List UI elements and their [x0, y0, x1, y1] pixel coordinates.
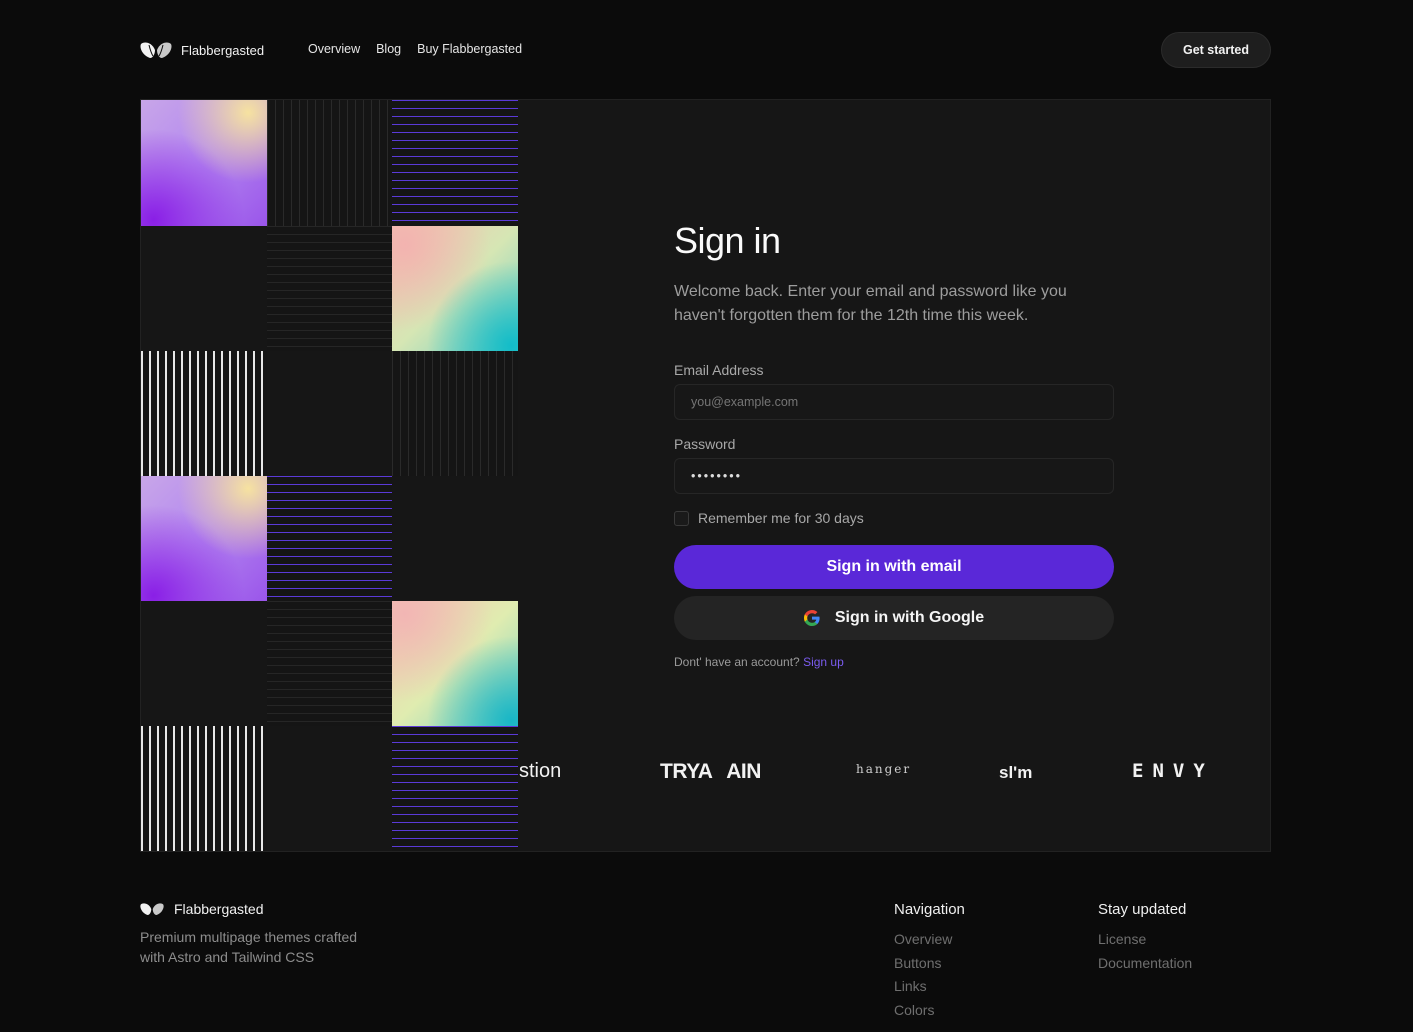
client-logo: sl'm [999, 763, 1033, 782]
pattern-tile [141, 726, 267, 851]
blank-tile [267, 351, 393, 477]
blank-tile [141, 226, 267, 352]
pattern-tile [267, 100, 393, 226]
footer-link-documentation[interactable]: Documentation [1098, 952, 1192, 976]
pattern-tile [392, 100, 518, 226]
decorative-mosaic [141, 100, 518, 851]
signup-prompt-text: Dont' have an account? [674, 655, 800, 669]
sign-in-email-button[interactable]: Sign in with email [674, 545, 1114, 589]
signin-form: Sign in Welcome back. Enter your email a… [674, 220, 1114, 669]
password-field[interactable] [674, 458, 1114, 494]
brand-name: Flabbergasted [181, 42, 265, 58]
main-nav: Overview Blog Buy Flabbergasted [308, 42, 522, 56]
gradient-tile [392, 226, 518, 352]
blank-tile [392, 476, 518, 602]
client-logo: stion [519, 760, 562, 782]
email-label: Email Address [674, 362, 764, 378]
signin-subtitle: Welcome back. Enter your email and passw… [674, 283, 1067, 324]
nav-blog[interactable]: Blog [376, 42, 401, 56]
brand-link[interactable]: Flabbergasted [140, 41, 264, 59]
client-logo: hanger [856, 762, 912, 776]
client-logo: ENVY [1132, 760, 1214, 782]
footer-link-license[interactable]: License [1098, 928, 1192, 952]
sign-up-link[interactable]: Sign up [803, 655, 844, 669]
get-started-button[interactable]: Get started [1161, 32, 1271, 68]
butterfly-logo-icon [140, 903, 164, 915]
gradient-tile [141, 100, 267, 226]
pattern-tile [141, 351, 267, 477]
gradient-tile [141, 476, 267, 602]
footer-link-links[interactable]: Links [894, 975, 965, 999]
footer-link-buttons[interactable]: Buttons [894, 952, 965, 976]
site-header: Flabbergasted Overview Blog Buy Flabberg… [140, 32, 1271, 68]
sign-in-google-button[interactable]: Sign in with Google [674, 596, 1114, 640]
footer-link-colors[interactable]: Colors [894, 999, 965, 1023]
footer-updates-heading: Stay updated [1098, 901, 1187, 918]
nav-buy-flabbergasted[interactable]: Buy Flabbergasted [417, 42, 522, 56]
blank-tile [267, 726, 393, 851]
gradient-tile [392, 601, 518, 727]
pattern-tile [267, 476, 393, 602]
password-label: Password [674, 436, 736, 452]
footer-tagline: Premium multipage themes crafted with As… [140, 929, 358, 965]
blank-tile [141, 601, 267, 727]
nav-overview[interactable]: Overview [308, 42, 360, 56]
footer-link-overview[interactable]: Overview [894, 928, 965, 952]
client-logo: TRYA AIN [660, 760, 761, 783]
signin-card: Sign in Welcome back. Enter your email a… [140, 99, 1271, 852]
butterfly-logo-icon [140, 42, 172, 58]
remember-me-label: Remember me for 30 days [698, 510, 864, 526]
pattern-tile [392, 726, 518, 851]
signup-prompt: Dont' have an account? Sign up [674, 655, 844, 669]
footer-nav-heading: Navigation [894, 901, 965, 918]
remember-me: Remember me for 30 days [674, 510, 864, 526]
sign-in-google-label: Sign in with Google [834, 609, 985, 626]
page-title: Sign in [674, 220, 781, 261]
google-icon [803, 610, 820, 626]
client-logos: stion TRYA AIN hanger sl'm ENVY [519, 750, 1270, 790]
footer-brand[interactable]: Flabbergasted [140, 901, 264, 917]
footer-brand-name: Flabbergasted [174, 901, 264, 917]
sign-in-email-label: Sign in with email [826, 558, 962, 575]
pattern-tile [267, 601, 393, 727]
pattern-tile [267, 226, 393, 352]
pattern-tile [392, 351, 518, 477]
footer-navigation: Navigation Overview Buttons Links Colors [894, 901, 965, 1022]
remember-me-checkbox[interactable] [674, 510, 689, 526]
footer-stay-updated: Stay updated License Documentation [1098, 901, 1192, 975]
email-field[interactable] [674, 384, 1114, 420]
